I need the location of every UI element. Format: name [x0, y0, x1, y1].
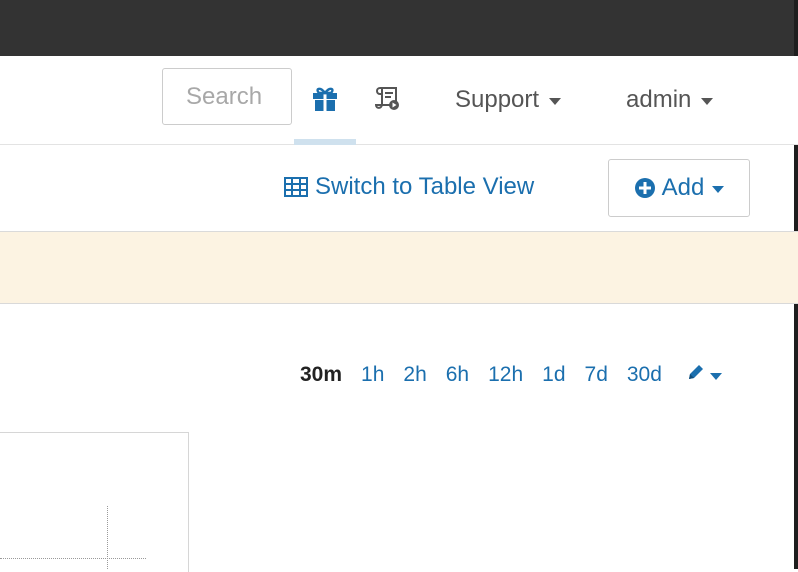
- pencil-icon: [686, 362, 706, 388]
- caret-down-icon: [701, 97, 714, 105]
- time-range-1d[interactable]: 1d: [542, 363, 565, 387]
- support-dropdown[interactable]: Support: [455, 56, 562, 144]
- navbar: Support admin: [0, 56, 798, 145]
- time-range-selector: 30m 1h 2h 6h 12h 1d 7d 30d: [300, 361, 722, 389]
- caret-down-icon: [712, 185, 725, 193]
- table-icon: [284, 177, 308, 197]
- admin-dropdown[interactable]: admin: [626, 56, 714, 144]
- page-toolbar: Switch to Table View Add: [0, 145, 798, 232]
- time-range-30d[interactable]: 30d: [627, 363, 662, 387]
- search-input[interactable]: [162, 68, 292, 125]
- admin-label: admin: [626, 86, 692, 113]
- chart-gridline-horizontal: [0, 558, 146, 559]
- time-range-7d[interactable]: 7d: [585, 363, 608, 387]
- switch-to-table-view-label: Switch to Table View: [315, 173, 535, 200]
- time-range-12h[interactable]: 12h: [488, 363, 523, 387]
- caret-down-icon: [709, 372, 722, 380]
- caret-down-icon: [549, 97, 562, 105]
- time-range-1h[interactable]: 1h: [361, 363, 384, 387]
- chart-panel: [0, 432, 189, 572]
- notification-banner: [0, 232, 798, 304]
- gift-icon: [311, 84, 339, 117]
- top-bar: [0, 0, 798, 569]
- scroll-tab[interactable]: [356, 56, 418, 144]
- switch-to-table-view-link[interactable]: Switch to Table View: [284, 173, 534, 201]
- custom-range-dropdown[interactable]: [686, 362, 722, 388]
- support-label: Support: [455, 86, 540, 113]
- scroll-icon: [372, 84, 402, 117]
- time-range-2h[interactable]: 2h: [403, 363, 426, 387]
- plus-circle-icon: [634, 177, 656, 199]
- gift-tab[interactable]: [294, 56, 356, 145]
- add-button[interactable]: Add: [608, 159, 750, 217]
- chart-gridline-vertical: [107, 506, 108, 569]
- time-range-30m[interactable]: 30m: [300, 363, 342, 387]
- time-range-6h[interactable]: 6h: [446, 363, 469, 387]
- add-label: Add: [661, 174, 705, 201]
